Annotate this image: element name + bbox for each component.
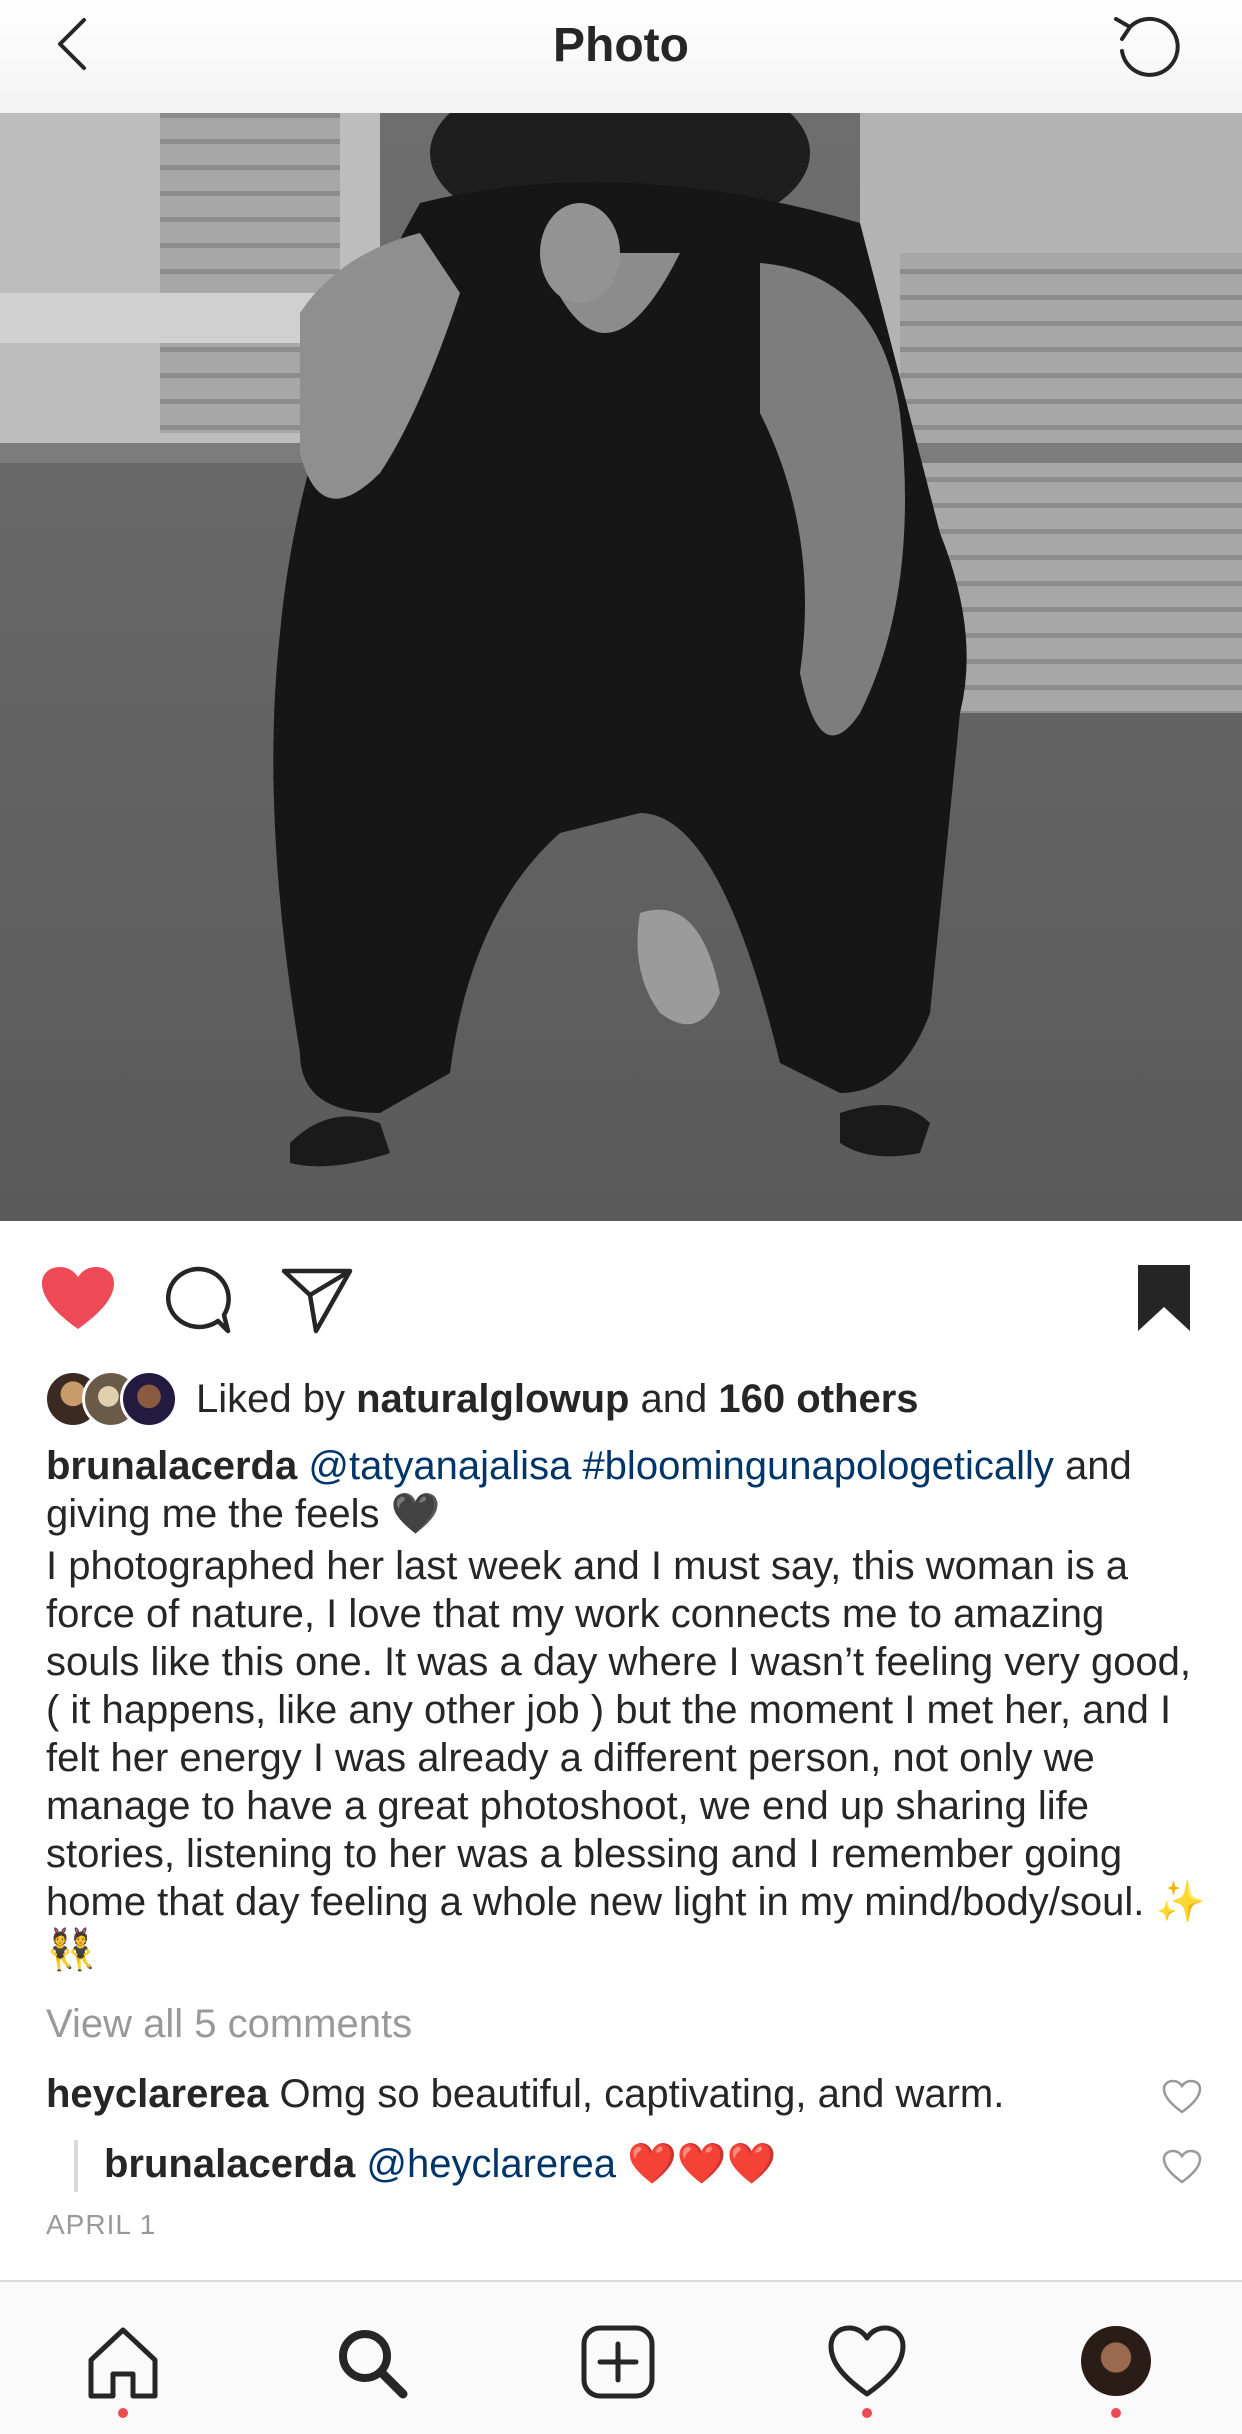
likes-prefix: Liked by <box>196 1377 357 1421</box>
home-icon[interactable] <box>83 2322 163 2402</box>
caption-body: I photographed her last week and I must … <box>46 1544 1206 1972</box>
bookmark-filled-icon[interactable] <box>1136 1263 1192 1333</box>
caption-hashtag[interactable]: #bloomingunapologetically <box>582 1444 1053 1488</box>
reply-text: ❤️❤️❤️ <box>627 2142 777 2186</box>
reply-item: brunalacerda @heyclarerea ❤️❤️❤️ <box>104 2139 777 2189</box>
search-icon[interactable] <box>331 2322 411 2402</box>
add-post-icon[interactable] <box>578 2322 658 2402</box>
home-notification-dot <box>118 2408 128 2418</box>
caption-author[interactable]: brunalacerda <box>46 1444 297 1488</box>
reply-like-heart-icon[interactable] <box>1162 2149 1202 2185</box>
likes-middle: and <box>629 1377 719 1421</box>
reply-username[interactable]: brunalacerda <box>104 2142 355 2186</box>
reply-mention[interactable]: @heyclarerea <box>366 2142 616 2186</box>
post-caption: brunalacerda @tatyanajalisa #bloominguna… <box>46 1442 1206 1974</box>
profile-notification-dot <box>1111 2408 1121 2418</box>
comment-like-heart-icon[interactable] <box>1162 2079 1202 2115</box>
comment-text: Omg so beautiful, captivating, and warm. <box>279 2072 1005 2116</box>
heart-filled-icon[interactable] <box>40 1265 116 1333</box>
caption-mention[interactable]: @tatyanajalisa <box>308 1444 571 1488</box>
comment-bubble-icon[interactable] <box>160 1263 234 1337</box>
likes-text: Liked by naturalglowup and 160 others <box>196 1374 919 1424</box>
post-photo[interactable] <box>0 113 1242 1221</box>
reply-thread-line <box>74 2140 78 2192</box>
caption-first-line: brunalacerda @tatyanajalisa #bloominguna… <box>46 1442 1206 1538</box>
activity-notification-dot <box>862 2408 872 2418</box>
post-action-bar <box>0 1221 1242 1371</box>
activity-heart-icon[interactable] <box>827 2322 907 2402</box>
comment-item: heyclarerea Omg so beautiful, captivatin… <box>46 2069 1004 2119</box>
page-title: Photo <box>553 19 689 72</box>
liker-avatars <box>44 1370 184 1428</box>
liker-username[interactable]: naturalglowup <box>356 1377 629 1421</box>
likes-others-count[interactable]: 160 others <box>718 1377 918 1421</box>
view-all-comments-link[interactable]: View all 5 comments <box>46 1999 412 2049</box>
profile-avatar[interactable] <box>1081 2326 1151 2396</box>
avatar <box>120 1370 178 1428</box>
refresh-icon[interactable] <box>1106 5 1186 85</box>
post-date: APRIL 1 <box>46 2209 157 2240</box>
paper-plane-icon[interactable] <box>280 1265 354 1335</box>
bottom-tab-bar <box>0 2280 1242 2434</box>
navigation-bar: Photo <box>0 0 1242 114</box>
comment-username[interactable]: heyclarerea <box>46 2072 268 2116</box>
